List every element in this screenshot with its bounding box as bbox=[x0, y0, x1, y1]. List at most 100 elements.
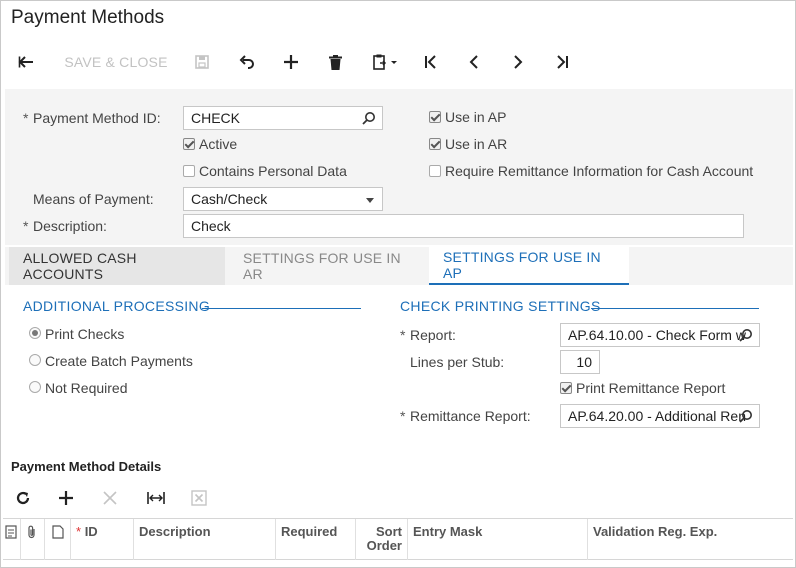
column-validation-regexp[interactable]: Validation Reg. Exp. bbox=[588, 519, 792, 560]
first-record-button[interactable] bbox=[418, 49, 444, 75]
use-in-ap-label: Use in AP bbox=[445, 109, 507, 125]
check-printing-title: CHECK PRINTING SETTINGS bbox=[400, 298, 601, 314]
add-button[interactable] bbox=[278, 49, 304, 75]
plus-icon bbox=[59, 491, 73, 505]
means-of-payment-select[interactable]: Cash/Check bbox=[183, 187, 383, 211]
create-batch-payments-label: Create Batch Payments bbox=[45, 353, 193, 369]
column-sort-order[interactable]: Sort Order bbox=[356, 519, 408, 560]
search-icon[interactable] bbox=[739, 409, 753, 423]
print-checks-radio[interactable] bbox=[29, 327, 41, 339]
lines-per-stub-field[interactable]: 10 bbox=[560, 350, 600, 374]
active-label: Active bbox=[199, 136, 238, 152]
export-excel-button[interactable] bbox=[191, 485, 207, 511]
print-remittance-checkbox[interactable] bbox=[560, 382, 572, 394]
clipboard-menu-button[interactable] bbox=[365, 49, 405, 75]
next-icon bbox=[514, 55, 523, 69]
delete-row-button[interactable] bbox=[103, 485, 117, 511]
report-label: Report: bbox=[410, 327, 456, 343]
additional-processing-title: ADDITIONAL PROCESSING bbox=[23, 298, 211, 314]
required-marker: * bbox=[76, 524, 82, 539]
section-divider bbox=[202, 308, 361, 309]
plus-icon bbox=[284, 55, 298, 69]
use-in-ar-checkbox[interactable] bbox=[429, 138, 441, 150]
column-attachments[interactable] bbox=[21, 519, 45, 560]
require-remittance-label: Require Remittance Information for Cash … bbox=[445, 163, 754, 179]
column-file[interactable] bbox=[45, 519, 71, 560]
remittance-report-field[interactable]: AP.64.20.00 - Additional Ren bbox=[560, 404, 760, 428]
required-marker: * bbox=[400, 327, 406, 343]
column-entry-mask[interactable]: Entry Mask bbox=[408, 519, 588, 560]
save-close-button[interactable]: SAVE & CLOSE bbox=[61, 49, 171, 75]
contains-personal-data-checkbox[interactable] bbox=[183, 165, 195, 177]
search-icon[interactable] bbox=[362, 111, 376, 125]
search-icon[interactable] bbox=[739, 328, 753, 342]
last-record-button[interactable] bbox=[549, 49, 575, 75]
means-of-payment-value: Cash/Check bbox=[191, 191, 268, 207]
last-icon bbox=[557, 55, 568, 69]
prev-record-button[interactable] bbox=[461, 49, 487, 75]
undo-button[interactable] bbox=[234, 49, 260, 75]
excel-icon bbox=[191, 490, 207, 506]
remittance-report-label: Remittance Report: bbox=[410, 408, 531, 424]
tab-settings-ar[interactable]: SETTINGS FOR USE IN AR bbox=[229, 247, 429, 285]
tab-bar: ALLOWED CASH ACCOUNTS SETTINGS FOR USE I… bbox=[5, 247, 793, 285]
close-icon bbox=[103, 491, 117, 505]
details-grid-header: * ID Description Required Sort Order Ent… bbox=[3, 518, 793, 560]
require-remittance-checkbox[interactable] bbox=[429, 165, 441, 177]
details-title: Payment Method Details bbox=[11, 459, 162, 474]
report-field[interactable]: AP.64.10.00 - Check Form w bbox=[560, 323, 760, 347]
paperclip-icon bbox=[28, 525, 35, 539]
tab-settings-ap[interactable]: SETTINGS FOR USE IN AP bbox=[429, 247, 629, 285]
required-marker: * bbox=[23, 218, 29, 234]
undo-icon bbox=[239, 55, 254, 69]
print-remittance-label: Print Remittance Report bbox=[576, 380, 726, 396]
column-description[interactable]: Description bbox=[134, 519, 276, 560]
create-batch-payments-radio[interactable] bbox=[29, 354, 41, 366]
payment-method-id-field[interactable]: CHECK bbox=[183, 106, 383, 130]
required-marker: * bbox=[400, 408, 406, 424]
column-required[interactable]: Required bbox=[276, 519, 356, 560]
means-of-payment-label: Means of Payment: bbox=[33, 191, 154, 207]
prev-icon bbox=[469, 55, 478, 69]
add-row-button[interactable] bbox=[59, 485, 73, 511]
refresh-icon bbox=[16, 491, 30, 505]
column-id-label: ID bbox=[84, 524, 98, 539]
save-button[interactable] bbox=[189, 49, 215, 75]
description-field[interactable]: Check bbox=[183, 214, 744, 238]
column-id[interactable]: * ID bbox=[71, 519, 134, 560]
description-label: Description: bbox=[33, 218, 107, 234]
section-divider bbox=[591, 308, 759, 309]
remittance-report-value: AP.64.20.00 - Additional Ren bbox=[568, 408, 746, 424]
arrow-back-icon bbox=[18, 56, 33, 68]
use-in-ar-label: Use in AR bbox=[445, 136, 508, 152]
chevron-down-icon bbox=[366, 198, 374, 203]
payment-method-id-value: CHECK bbox=[191, 110, 241, 126]
use-in-ap-checkbox[interactable] bbox=[429, 111, 441, 123]
notes-icon bbox=[5, 525, 17, 539]
floppy-icon bbox=[195, 55, 209, 69]
refresh-button[interactable] bbox=[15, 485, 31, 511]
lines-per-stub-value: 10 bbox=[576, 354, 592, 370]
delete-button[interactable] bbox=[322, 49, 348, 75]
fit-columns-button[interactable] bbox=[147, 485, 165, 511]
fit-width-icon bbox=[147, 492, 165, 504]
trash-icon bbox=[328, 54, 342, 70]
not-required-radio[interactable] bbox=[29, 381, 41, 393]
first-icon bbox=[425, 55, 436, 69]
page-title: Payment Methods bbox=[11, 7, 165, 28]
column-notes[interactable] bbox=[3, 519, 21, 560]
next-record-button[interactable] bbox=[505, 49, 531, 75]
print-checks-label: Print Checks bbox=[45, 326, 125, 342]
tab-allowed-cash-accounts[interactable]: ALLOWED CASH ACCOUNTS bbox=[9, 247, 225, 285]
report-value: AP.64.10.00 - Check Form w bbox=[568, 327, 746, 343]
clipboard-icon bbox=[373, 54, 397, 70]
back-button[interactable] bbox=[13, 49, 39, 75]
file-icon bbox=[52, 525, 64, 539]
contains-personal-data-label: Contains Personal Data bbox=[199, 163, 347, 179]
active-checkbox[interactable] bbox=[183, 138, 195, 150]
lines-per-stub-label: Lines per Stub: bbox=[410, 354, 505, 370]
not-required-label: Not Required bbox=[45, 380, 128, 396]
payment-method-id-label: Payment Method ID: bbox=[33, 110, 161, 126]
description-value: Check bbox=[191, 218, 231, 234]
required-marker: * bbox=[23, 110, 29, 126]
